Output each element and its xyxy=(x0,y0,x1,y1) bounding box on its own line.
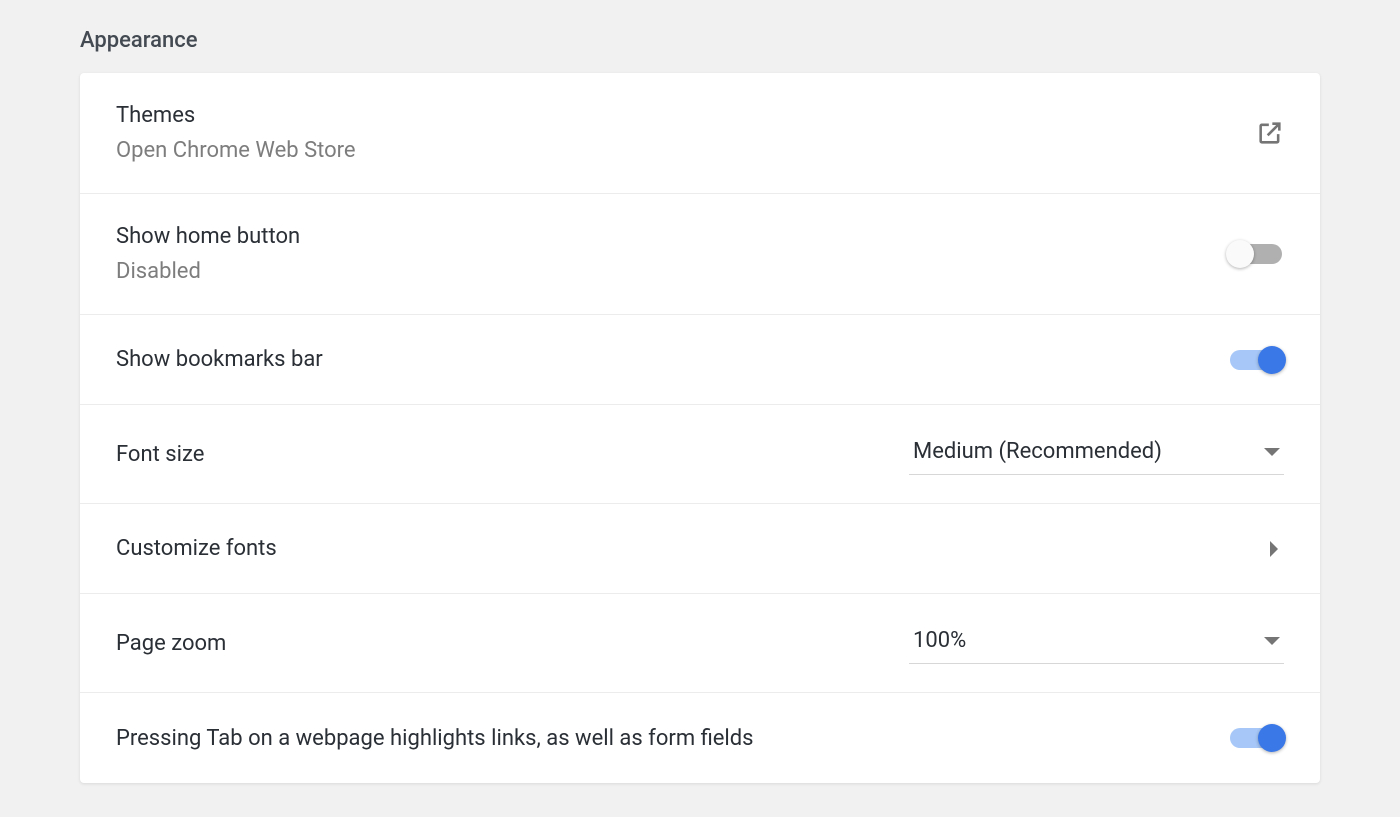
tab-highlight-toggle[interactable] xyxy=(1228,728,1284,748)
bookmarks-bar-row: Show bookmarks bar xyxy=(80,315,1320,405)
bookmarks-bar-toggle[interactable] xyxy=(1228,350,1284,370)
caret-down-icon xyxy=(1264,637,1280,645)
home-button-toggle[interactable] xyxy=(1228,244,1284,264)
font-size-dropdown[interactable]: Medium (Recommended) xyxy=(909,433,1284,475)
home-button-row: Show home button Disabled xyxy=(80,194,1320,315)
toggle-thumb xyxy=(1226,240,1254,268)
appearance-card: Themes Open Chrome Web Store Show home b… xyxy=(80,73,1320,783)
customize-fonts-label: Customize fonts xyxy=(116,536,277,561)
themes-text: Themes Open Chrome Web Store xyxy=(116,103,356,163)
caret-down-icon xyxy=(1264,448,1280,456)
themes-sublabel: Open Chrome Web Store xyxy=(116,138,356,163)
page-zoom-row: Page zoom 100% xyxy=(80,594,1320,693)
tab-highlight-label: Pressing Tab on a webpage highlights lin… xyxy=(116,726,754,751)
tab-highlight-row: Pressing Tab on a webpage highlights lin… xyxy=(80,693,1320,783)
external-link-icon xyxy=(1256,119,1284,147)
section-title: Appearance xyxy=(80,0,1320,73)
customize-fonts-row[interactable]: Customize fonts xyxy=(80,504,1320,594)
page-zoom-value: 100% xyxy=(913,628,966,653)
toggle-thumb xyxy=(1258,724,1286,752)
chevron-right-icon xyxy=(1270,541,1278,557)
home-button-sublabel: Disabled xyxy=(116,259,300,284)
font-size-row: Font size Medium (Recommended) xyxy=(80,405,1320,504)
font-size-label: Font size xyxy=(116,442,204,467)
toggle-thumb xyxy=(1258,346,1286,374)
bookmarks-bar-label: Show bookmarks bar xyxy=(116,347,323,372)
home-button-text: Show home button Disabled xyxy=(116,224,300,284)
page-zoom-label: Page zoom xyxy=(116,631,226,656)
themes-label: Themes xyxy=(116,103,356,128)
page-zoom-dropdown[interactable]: 100% xyxy=(909,622,1284,664)
themes-row[interactable]: Themes Open Chrome Web Store xyxy=(80,73,1320,194)
home-button-label: Show home button xyxy=(116,224,300,249)
font-size-value: Medium (Recommended) xyxy=(913,439,1162,464)
